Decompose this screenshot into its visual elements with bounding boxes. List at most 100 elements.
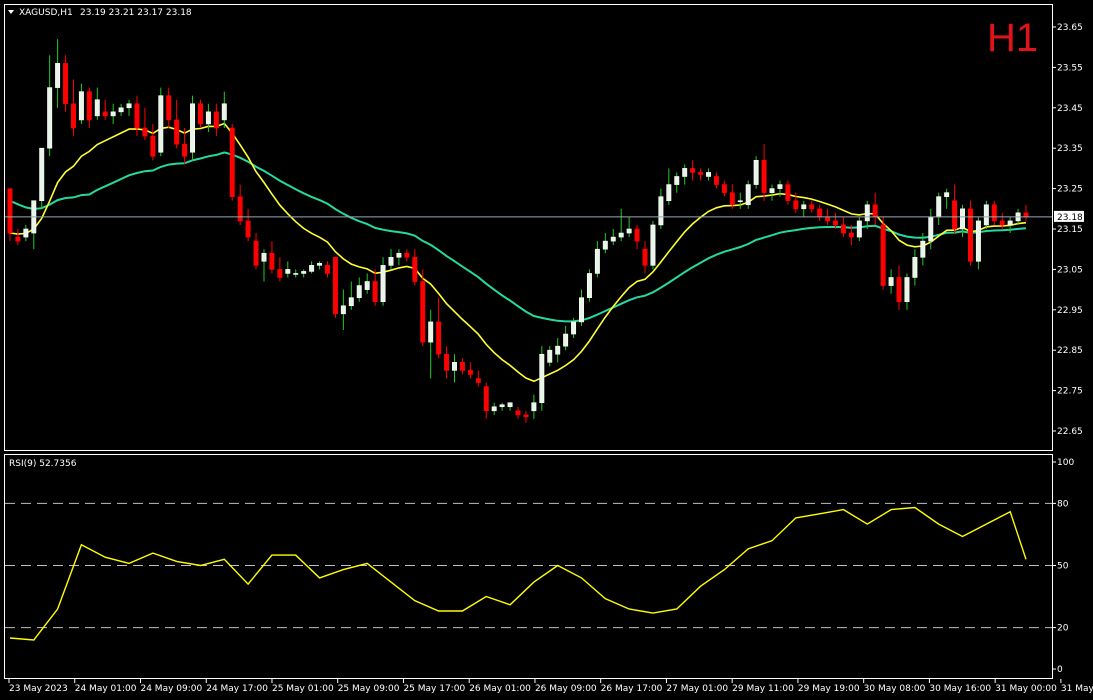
candle-body [118, 107, 124, 113]
candle-body [729, 192, 735, 206]
time-axis-label: 23 May 2023 [9, 684, 68, 694]
candle-body [356, 285, 362, 298]
candle-body [706, 172, 711, 177]
candle-body [475, 378, 481, 383]
price-axis-label: 22.75 [1057, 387, 1083, 397]
candle-body [952, 200, 958, 230]
candle-body [340, 305, 346, 315]
candle-body [47, 87, 53, 149]
fast-moving-average-line [9, 122, 1027, 383]
candle-body [983, 204, 989, 226]
candle-body [674, 176, 680, 185]
candle-body [459, 362, 465, 371]
candle-body [7, 188, 13, 234]
candle-body [221, 103, 227, 121]
candle-body [39, 147, 45, 202]
timeframe-label: H1 [987, 16, 1038, 60]
candle-body [698, 172, 704, 175]
candle-body [388, 256, 394, 266]
candle-body [15, 236, 21, 242]
candle-body [666, 184, 672, 202]
candle-body [293, 273, 299, 275]
candle-body [102, 111, 108, 117]
candle-body [253, 240, 259, 266]
candle-body [864, 204, 870, 222]
trading-chart[interactable]: 23.65 23.55 23.45 23.35 23.25 23.15 23.05 22.95… [0, 0, 1093, 700]
candle-body [777, 184, 783, 189]
candle-body [261, 252, 267, 262]
candle-body [991, 204, 997, 222]
candle-body [682, 168, 688, 177]
price-axis-label: 22.95 [1057, 306, 1083, 316]
candle-body [70, 103, 76, 129]
candle-body [507, 402, 513, 408]
candle-body [539, 353, 545, 404]
candle-body [690, 168, 696, 173]
candle-body [999, 220, 1005, 226]
time-axis-label: 29 May 19:00 [798, 684, 860, 694]
time-axis-label: 24 May 01:00 [75, 684, 137, 694]
time-axis-label: 31 May 08:00 [1061, 684, 1093, 694]
candle-body [872, 204, 878, 218]
candle-body [920, 240, 926, 258]
candle-body [436, 321, 442, 355]
candle-body [555, 345, 561, 355]
price-axis-label: 23.35 [1057, 144, 1083, 154]
candle-body [745, 184, 751, 206]
time-axis: 23 May 2023 24 May 01:00 24 May 09:00 24 Ma… [8, 679, 1093, 694]
price-axis-label: 23.55 [1057, 63, 1083, 73]
candle-body [753, 160, 759, 185]
candle-body [833, 220, 839, 226]
candle-body [515, 410, 521, 416]
candle-body [134, 103, 140, 129]
candle-body [856, 220, 862, 238]
candle-body [713, 176, 719, 185]
candle-body [317, 263, 323, 266]
price-axis-label: 22.65 [1057, 427, 1083, 437]
candle-body [904, 277, 910, 303]
candle-body [325, 265, 330, 274]
time-axis-label: 25 May 09:00 [338, 684, 400, 694]
candle-body [1007, 220, 1013, 226]
candle-body [579, 297, 584, 323]
rsi-panel-frame [4, 454, 1053, 679]
candle-body [563, 333, 569, 347]
candle-body [269, 252, 275, 270]
candle-body [1023, 212, 1029, 218]
candle-body [912, 256, 918, 278]
time-axis-label: 26 May 17:00 [601, 684, 663, 694]
time-axis-label: 25 May 01:00 [272, 684, 334, 694]
candle-body [412, 256, 418, 282]
candle-body [650, 224, 656, 266]
candle-body [110, 111, 116, 117]
dropdown-triangle-icon[interactable] [8, 10, 14, 14]
price-axis-label: 23.65 [1057, 23, 1083, 33]
chart-header[interactable]: XAGUSD,H1 23.19 23.21 23.17 23.18 [8, 8, 192, 18]
candle-body [769, 188, 775, 193]
candle-body [586, 273, 592, 298]
candle-body [896, 277, 902, 303]
candle-body [467, 370, 473, 375]
candle-body [499, 404, 505, 408]
time-axis-label: 25 May 17:00 [403, 684, 465, 694]
rsi-axis: 100 80 50 20 0 [1052, 458, 1074, 675]
candle-body [420, 281, 426, 343]
candle-body [364, 281, 370, 290]
time-axis-label: 29 May 11:00 [732, 684, 794, 694]
candle-body [793, 200, 799, 210]
current-price-value: 23.18 [1057, 213, 1083, 223]
candle-body [380, 265, 386, 303]
candle-body [610, 236, 616, 242]
price-axis-label: 23.45 [1057, 104, 1083, 114]
current-price-tag: 23.18 [1054, 210, 1084, 223]
candle-body [63, 63, 69, 105]
candle-body [332, 256, 338, 315]
candle-body [975, 220, 981, 262]
rsi-axis-label: 50 [1057, 562, 1069, 572]
candle-body [182, 143, 188, 157]
candle-body [602, 240, 608, 250]
symbol-label: XAGUSD,H1 [19, 8, 73, 18]
candle-body [491, 406, 497, 412]
candle-body [658, 196, 664, 226]
rsi-line [9, 506, 1027, 641]
